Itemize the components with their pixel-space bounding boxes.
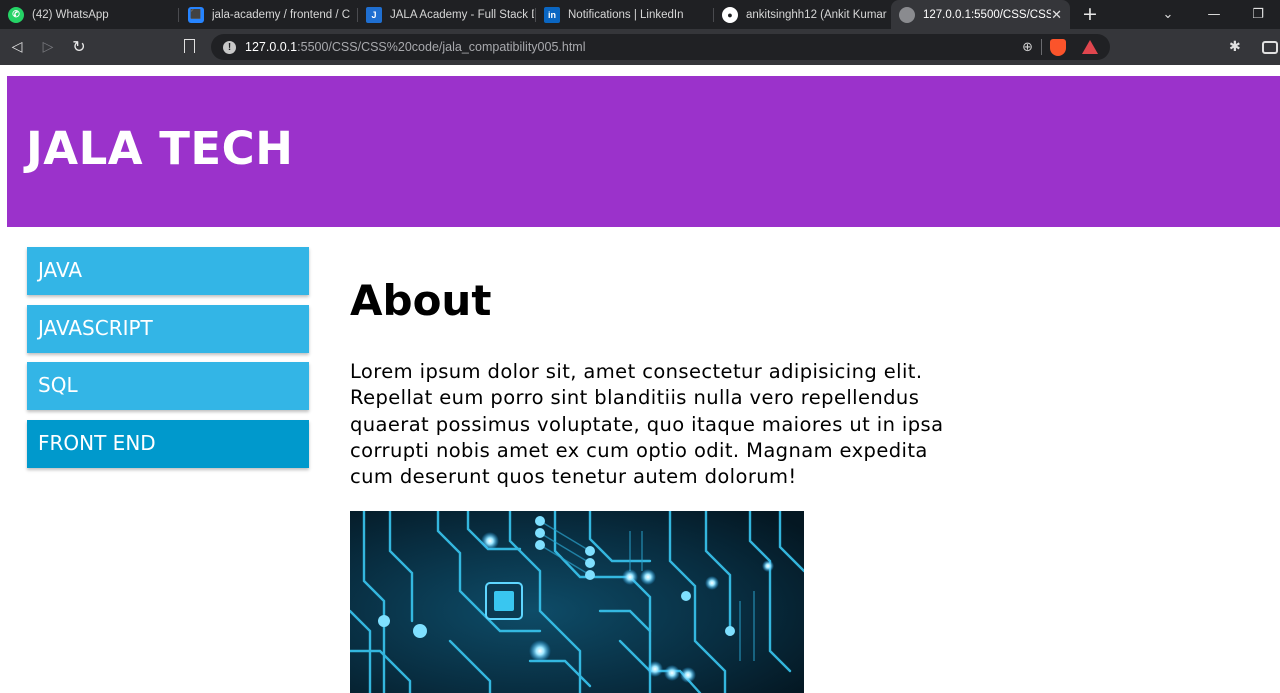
menu-item-java[interactable]: JAVA (27, 247, 309, 295)
browser-tab[interactable]: ⬛ jala-academy / frontend / C (180, 0, 356, 29)
minimize-icon[interactable]: — (1194, 0, 1234, 29)
zoom-icon[interactable]: ⊕ (1022, 40, 1033, 55)
about-paragraph: Lorem ipsum dolor sit, amet consectetur … (350, 360, 944, 489)
browser-toolbar: ◁ ▷ ↻ ! 127.0.0.1:5500/CSS/CSS%20code/ja… (0, 29, 1280, 65)
menu-item-front-end[interactable]: FRONT END (27, 419, 309, 468)
tab-title: ankitsinghh12 (Ankit Kumar (746, 8, 887, 21)
brave-rewards-icon[interactable] (1082, 40, 1098, 54)
info-icon[interactable]: ! (223, 40, 236, 54)
brave-shields-icon[interactable] (1050, 38, 1066, 56)
browser-tab-active[interactable]: 127.0.0.1:5500/CSS/CSS ✕ (891, 0, 1070, 29)
globe-icon (899, 6, 915, 23)
menu-item-javascript[interactable]: JAVASCRIPT (27, 304, 309, 353)
address-bar[interactable]: ! 127.0.0.1:5500/CSS/CSS%20code/jala_com… (211, 34, 1110, 60)
bookmark-icon[interactable] (184, 39, 195, 53)
tab-title: (42) WhatsApp (32, 8, 109, 21)
github-icon: ● (722, 6, 738, 23)
wallet-icon[interactable] (1262, 41, 1278, 54)
browser-tab[interactable]: in Notifications | LinkedIn (536, 0, 712, 29)
site-header: JALA TECH (7, 76, 1280, 227)
bitbucket-icon: ⬛ (188, 6, 204, 23)
tab-search-icon[interactable]: ⌄ (1148, 0, 1188, 29)
tab-title: Notifications | LinkedIn (568, 8, 684, 21)
linkedin-icon: in (544, 6, 560, 23)
circuit-board-image (350, 511, 804, 693)
whatsapp-icon: ✆ (8, 6, 24, 23)
url-text: 127.0.0.1:5500/CSS/CSS%20code/jala_compa… (245, 40, 586, 54)
reload-icon[interactable]: ↻ (69, 37, 89, 57)
tab-title: 127.0.0.1:5500/CSS/CSS (923, 8, 1051, 21)
browser-tab[interactable]: ● ankitsinghh12 (Ankit Kumar (714, 0, 890, 29)
web-page: JALA TECH JAVA JAVASCRIPT SQL FRONT END … (0, 65, 1280, 693)
extensions-icon[interactable]: ✱ (1229, 39, 1241, 55)
side-menu: JAVA JAVASCRIPT SQL FRONT END (27, 247, 309, 477)
browser-tab[interactable]: J JALA Academy - Full Stack D (358, 0, 534, 29)
menu-item-sql[interactable]: SQL (27, 362, 309, 410)
browser-tab[interactable]: ✆ (42) WhatsApp (0, 0, 178, 29)
about-title: About (350, 276, 492, 325)
jala-icon: J (366, 6, 382, 23)
browser-tab-strip: ✆ (42) WhatsApp ⬛ jala-academy / fronten… (0, 0, 1280, 29)
tab-title: jala-academy / frontend / C (212, 8, 351, 21)
restore-icon[interactable]: ❐ (1238, 0, 1278, 29)
about-section: About Lorem ipsum dolor sit, amet consec… (350, 276, 960, 490)
site-brand: JALA TECH (26, 122, 294, 175)
close-tab-icon[interactable]: ✕ (1051, 7, 1062, 23)
tab-title: JALA Academy - Full Stack D (390, 8, 534, 21)
forward-icon[interactable]: ▷ (38, 37, 58, 57)
back-icon[interactable]: ◁ (7, 37, 27, 57)
new-tab-button[interactable]: + (1080, 4, 1100, 24)
